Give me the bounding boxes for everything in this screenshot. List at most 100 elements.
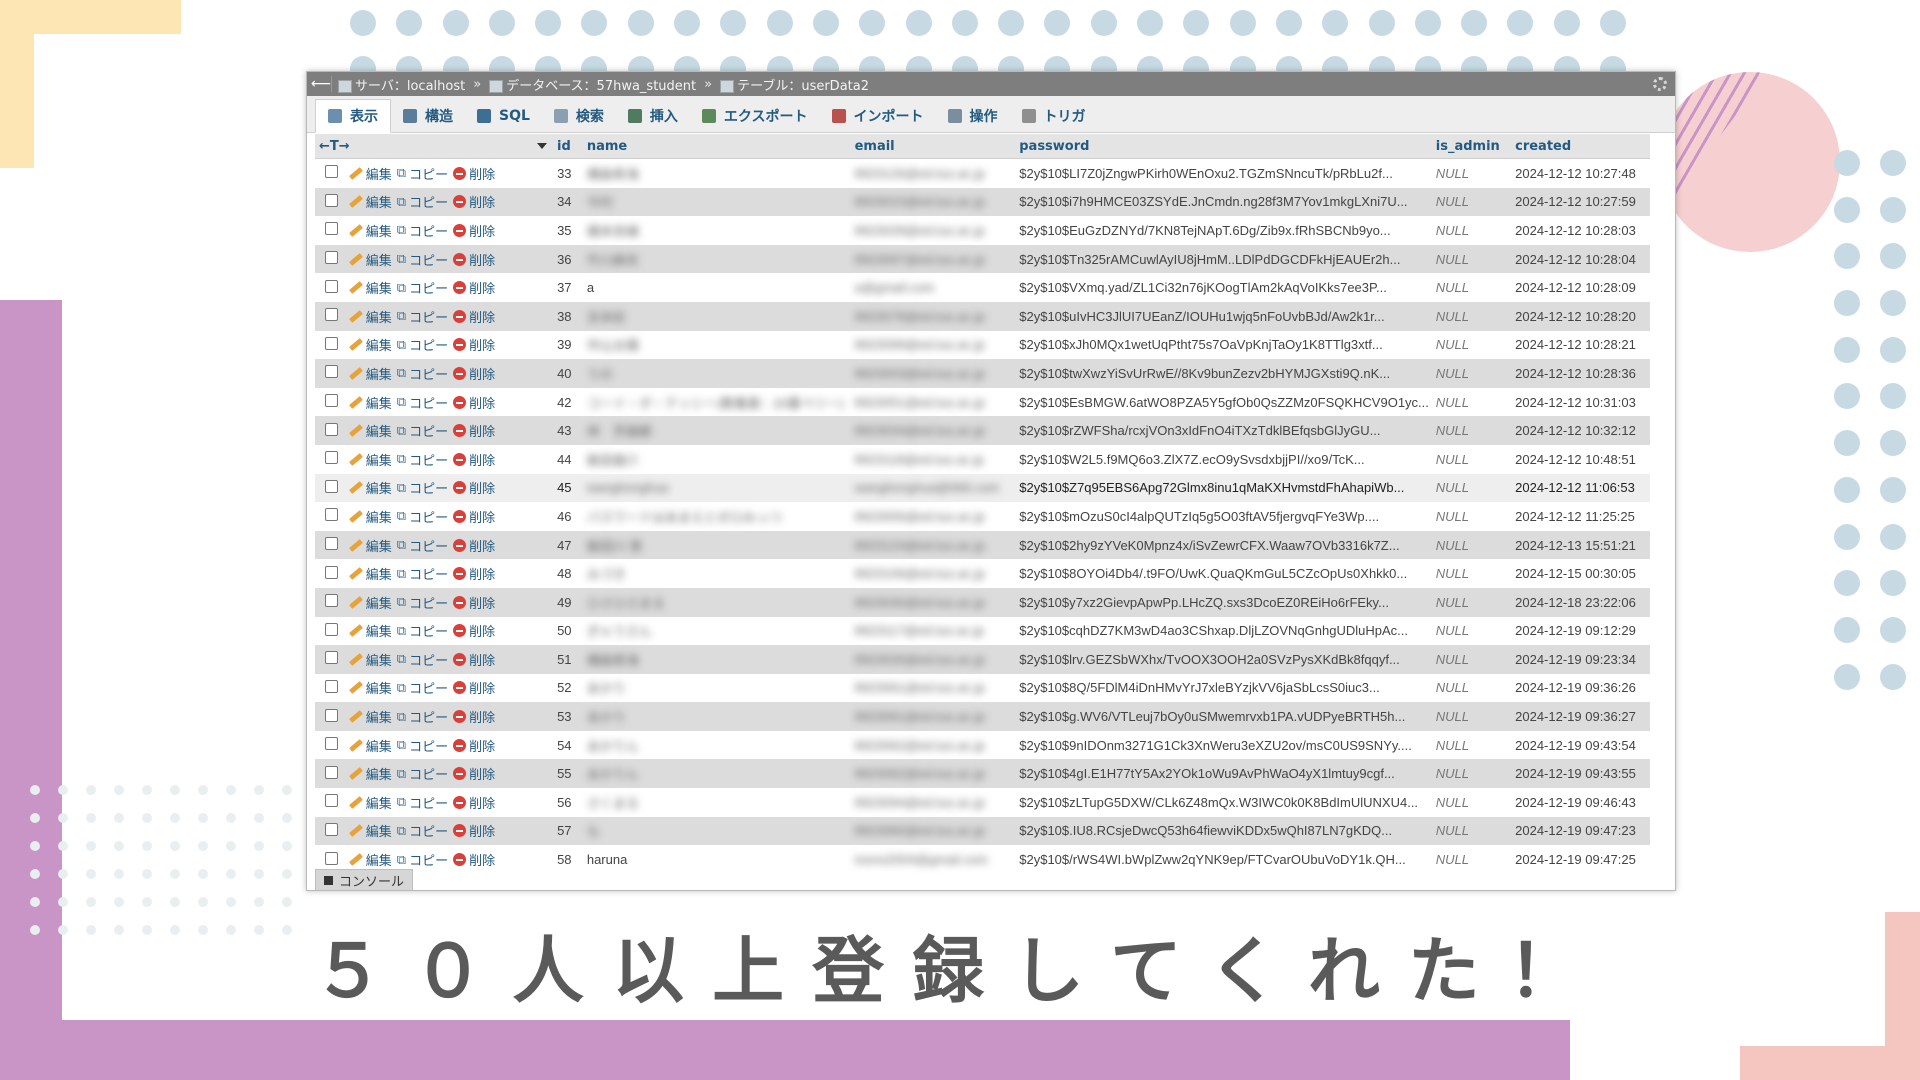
cell-email[interactable]: 8923051@ed.tus.ac.jp: [851, 395, 1016, 410]
cell-email[interactable]: 8923099@ed.tus.ac.jp: [851, 337, 1016, 352]
cell-created[interactable]: 2024-12-12 11:25:25: [1511, 509, 1650, 524]
cell-password[interactable]: $2y$10$W2L5.f9MQ6o3.ZlX7Z.ecO9ySvsdxbjjP…: [1015, 452, 1432, 467]
delete-link[interactable]: 削除: [453, 536, 495, 555]
row-checkbox[interactable]: [315, 737, 345, 753]
cell-name[interactable]: みづき: [583, 564, 851, 583]
copy-link[interactable]: ⧉ コピー: [397, 335, 448, 354]
cell-created[interactable]: 2024-12-19 09:46:43: [1511, 795, 1650, 810]
console-toggle[interactable]: コンソール: [315, 869, 414, 890]
cell-name[interactable]: a: [583, 280, 851, 295]
row-checkbox[interactable]: [315, 279, 345, 296]
row-checkbox[interactable]: [315, 422, 345, 439]
edit-link[interactable]: 編集: [348, 736, 392, 755]
edit-link[interactable]: 編集: [348, 364, 392, 383]
cell-name[interactable]: 橋本奈緒: [583, 221, 851, 240]
cell-password[interactable]: $2y$10$EsBMGW.6atWO8PZA5Y5gfOb0QsZZMz0FS…: [1015, 395, 1432, 410]
delete-link[interactable]: 削除: [453, 678, 495, 697]
cell-email[interactable]: 8923034@ed.tus.ac.jp: [851, 423, 1016, 438]
arrows-control[interactable]: ←T→: [315, 139, 553, 154]
copy-link[interactable]: ⧉ コピー: [397, 678, 448, 697]
edit-link[interactable]: 編集: [348, 707, 392, 726]
cell-password[interactable]: $2y$10$Tn325rAMCuwlAyIU8jHmM..LDlPdDGCDF…: [1015, 252, 1432, 267]
edit-link[interactable]: 編集: [348, 507, 392, 526]
cell-is-admin[interactable]: NULL: [1432, 337, 1511, 352]
cell-is-admin[interactable]: NULL: [1432, 623, 1511, 638]
copy-link[interactable]: ⧉ コピー: [397, 650, 448, 669]
edit-link[interactable]: 編集: [348, 793, 392, 812]
cell-email[interactable]: 8923060@ed.tus.ac.jp: [851, 823, 1016, 838]
cell-email[interactable]: 8923061@ed.tus.ac.jp: [851, 709, 1016, 724]
row-checkbox[interactable]: [315, 251, 345, 267]
cell-email[interactable]: 8923003@ed.tus.ac.jp: [851, 366, 1016, 381]
cell-name[interactable]: 横森希海: [583, 164, 851, 183]
delete-link[interactable]: 削除: [453, 278, 495, 297]
cell-password[interactable]: $2y$10$uIvHC3JlUI7UEanZ/IOUHu1wjq5nFoUvb…: [1015, 309, 1432, 324]
edit-link[interactable]: 編集: [348, 564, 392, 583]
delete-link[interactable]: 削除: [453, 192, 495, 211]
copy-link[interactable]: ⧉ コピー: [397, 850, 448, 869]
col-header-created[interactable]: created: [1511, 139, 1650, 154]
cell-is-admin[interactable]: NULL: [1432, 738, 1511, 753]
delete-link[interactable]: 削除: [453, 335, 495, 354]
cell-id[interactable]: 34: [553, 194, 583, 209]
cell-email[interactable]: wanghonghua@666.com: [851, 480, 1016, 495]
delete-link[interactable]: 削除: [453, 564, 495, 583]
cell-id[interactable]: 54: [553, 738, 583, 753]
cell-is-admin[interactable]: NULL: [1432, 395, 1511, 410]
cell-created[interactable]: 2024-12-12 10:28:36: [1511, 366, 1650, 381]
cell-email[interactable]: 8923106@ed.tus.ac.jp: [851, 566, 1016, 581]
cell-is-admin[interactable]: NULL: [1432, 366, 1511, 381]
delete-link[interactable]: 削除: [453, 450, 495, 469]
cell-created[interactable]: 2024-12-12 10:28:03: [1511, 223, 1650, 238]
cell-is-admin[interactable]: NULL: [1432, 252, 1511, 267]
cell-name[interactable]: haruna: [583, 852, 851, 867]
cell-id[interactable]: 52: [553, 680, 583, 695]
delete-link[interactable]: 削除: [453, 821, 495, 840]
cell-password[interactable]: $2y$10$lrv.GEZSbWXhx/TvOOX3OOH2a0SVzPysX…: [1015, 652, 1432, 667]
cell-password[interactable]: $2y$10$mOzuS0cI4alpQUTzIq5g5O03ftAV5fjer…: [1015, 509, 1432, 524]
copy-link[interactable]: ⧉ コピー: [397, 821, 448, 840]
cell-is-admin[interactable]: NULL: [1432, 680, 1511, 695]
cell-id[interactable]: 47: [553, 538, 583, 553]
edit-link[interactable]: 編集: [348, 421, 392, 440]
cell-email[interactable]: 8923006@ed.tus.ac.jp: [851, 509, 1016, 524]
tab-8[interactable]: トリガ: [1010, 100, 1098, 132]
cell-is-admin[interactable]: NULL: [1432, 194, 1511, 209]
cell-name[interactable]: さくまる: [583, 793, 851, 812]
copy-link[interactable]: ⧉ コピー: [397, 393, 448, 412]
row-checkbox[interactable]: [315, 651, 345, 667]
cell-password[interactable]: $2y$10$9nIDOnm3271G1Ck3XnWeru3eXZU2ov/ms…: [1015, 738, 1432, 753]
cell-created[interactable]: 2024-12-19 09:47:23: [1511, 823, 1650, 838]
delete-link[interactable]: 削除: [453, 421, 495, 440]
cell-name[interactable]: 飯田川 恵: [583, 536, 851, 555]
edit-link[interactable]: 編集: [348, 478, 392, 497]
cell-name[interactable]: 吉本彩: [583, 307, 851, 326]
row-checkbox[interactable]: [315, 765, 345, 782]
copy-link[interactable]: ⧉ コピー: [397, 450, 448, 469]
copy-link[interactable]: ⧉ コピー: [397, 421, 448, 440]
cell-created[interactable]: 2024-12-13 15:51:21: [1511, 538, 1650, 553]
cell-email[interactable]: 8923118@ed.tus.ac.jp: [851, 452, 1016, 467]
cell-is-admin[interactable]: NULL: [1432, 595, 1511, 610]
cell-password[interactable]: $2y$10$i7h9HMCE03ZSYdE.JnCmdn.ng28f3M7Yo…: [1015, 194, 1432, 209]
delete-link[interactable]: 削除: [453, 764, 495, 783]
cell-id[interactable]: 49: [553, 595, 583, 610]
cell-created[interactable]: 2024-12-12 10:27:59: [1511, 194, 1650, 209]
cell-id[interactable]: 45: [553, 480, 583, 495]
edit-link[interactable]: 編集: [348, 678, 392, 697]
cell-created[interactable]: 2024-12-12 10:28:09: [1511, 280, 1650, 295]
cell-email[interactable]: 8923062@ed.tus.ac.jp: [851, 738, 1016, 753]
cell-name[interactable]: あかり: [583, 678, 851, 697]
cell-is-admin[interactable]: NULL: [1432, 709, 1511, 724]
cell-id[interactable]: 58: [553, 852, 583, 867]
cell-is-admin[interactable]: NULL: [1432, 566, 1511, 581]
copy-link[interactable]: ⧉ コピー: [397, 564, 448, 583]
edit-link[interactable]: 編集: [348, 850, 392, 869]
cell-id[interactable]: 50: [553, 623, 583, 638]
breadcrumb-table[interactable]: テーブル：userData2: [720, 75, 869, 94]
edit-link[interactable]: 編集: [348, 450, 392, 469]
row-checkbox[interactable]: [315, 222, 345, 238]
tab-6[interactable]: インポート: [820, 100, 936, 132]
cell-email[interactable]: 8923078@ed.tus.ac.jp: [851, 309, 1016, 324]
copy-link[interactable]: ⧉ コピー: [397, 278, 448, 297]
